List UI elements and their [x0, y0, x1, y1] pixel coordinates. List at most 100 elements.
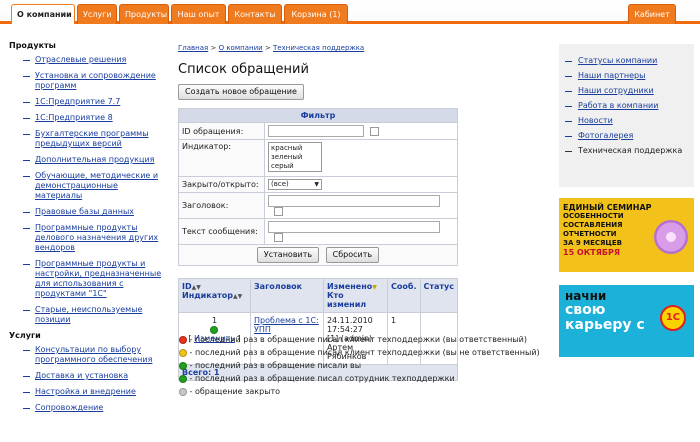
- col-status[interactable]: Статус: [419, 278, 458, 313]
- sort-icon[interactable]: ▲▼: [233, 293, 242, 300]
- breadcrumb-support[interactable]: Техническая поддержка: [273, 44, 364, 52]
- product-link[interactable]: Правовые базы данных: [35, 207, 134, 216]
- products-list: Отраслевые решения Установка и сопровожд…: [9, 55, 167, 325]
- product-link[interactable]: Программные продукты делового назначения…: [35, 223, 158, 252]
- subject-cell: [264, 192, 458, 219]
- career-banner[interactable]: начни свою карьеру с 1С: [559, 285, 694, 357]
- service-link[interactable]: Консультации по выбору программного обес…: [35, 345, 152, 364]
- service-link[interactable]: Настройка и внедрение: [35, 387, 136, 396]
- list-item: Программные продукты и настройки, предна…: [9, 259, 167, 299]
- col-id-label: ID: [182, 282, 192, 291]
- filter-form: Фильтр ID обращения: Индикатор: красный …: [178, 108, 458, 266]
- sort-icon[interactable]: ▼: [372, 284, 377, 291]
- legend-item: - обращение закрыто: [179, 387, 549, 397]
- right-nav-link[interactable]: Наши партнеры: [578, 71, 645, 80]
- closed-label: Закрыто/открыто:: [178, 176, 265, 193]
- list-item: Сопровождение: [9, 403, 167, 413]
- services-heading: Услуги: [9, 331, 41, 340]
- right-nav-link[interactable]: Работа в компании: [578, 101, 658, 110]
- right-nav-link[interactable]: Фотогалерея: [578, 131, 633, 140]
- list-item: Дополнительная продукция: [9, 155, 167, 165]
- right-nav-item: Фотогалерея: [559, 131, 694, 141]
- right-nav-item: Работа в компании: [559, 101, 694, 111]
- legend-text: - последний раз в обращение писали вы: [189, 361, 362, 370]
- list-item: Правовые базы данных: [9, 207, 167, 217]
- col-subject[interactable]: Заголовок: [249, 278, 324, 313]
- create-request-button[interactable]: Создать новое обращение: [178, 84, 304, 100]
- indicator-option[interactable]: серый: [271, 162, 319, 171]
- col-changed-label: Изменено: [326, 282, 373, 291]
- yellow-indicator-icon: [179, 348, 187, 357]
- right-nav-link[interactable]: Наши сотрудники: [578, 86, 654, 95]
- col-status-label: Статус: [423, 282, 455, 291]
- row-changed: 24.11.2010 17:54:27: [326, 316, 373, 334]
- product-link[interactable]: Дополнительная продукция: [35, 155, 154, 164]
- products-heading: Продукты: [9, 41, 56, 50]
- legend-text: - последний раз в обращение писал клиент…: [189, 348, 540, 357]
- product-link[interactable]: Обучающие, методические и демонстрационн…: [35, 171, 158, 200]
- breadcrumb-separator: >: [264, 44, 271, 52]
- right-nav-item: Новости: [559, 116, 694, 126]
- id-checkbox[interactable]: [370, 126, 379, 136]
- seminar-banner[interactable]: ЕДИНЫЙ СЕМИНАР ОСОБЕННОСТИ СОСТАВЛЕНИЯ О…: [559, 198, 694, 272]
- message-input[interactable]: [268, 221, 440, 233]
- subject-input[interactable]: [268, 195, 440, 207]
- closed-select[interactable]: (все): [268, 179, 322, 190]
- col-changed[interactable]: Изменено▼ Кто изменил: [322, 278, 389, 313]
- col-indicator-label: Индикатор: [182, 291, 233, 300]
- banner-line: ЕДИНЫЙ СЕМИНАР: [563, 203, 652, 212]
- legend-item: - последний раз в обращение писал клиент…: [179, 348, 549, 358]
- legend-item: - последний раз в обращение писали вы: [179, 361, 549, 371]
- indicator-label: Индикатор:: [178, 139, 265, 177]
- main-content: Главная > О компании > Техническая подде…: [178, 44, 462, 381]
- tab-products[interactable]: Продукты: [119, 4, 169, 24]
- tab-contacts[interactable]: Контакты: [228, 4, 282, 24]
- right-nav-link[interactable]: Статусы компании: [578, 56, 657, 65]
- indicator-cell: красный зеленый серый: [264, 139, 458, 177]
- tab-cabinet[interactable]: Кабинет: [628, 4, 676, 24]
- tab-experience[interactable]: Наш опыт: [171, 4, 226, 24]
- tab-cart[interactable]: Корзина (1): [284, 4, 348, 24]
- product-link[interactable]: 1С:Предприятие 7.7: [35, 97, 120, 106]
- indicator-option[interactable]: зеленый: [271, 153, 319, 162]
- message-checkbox[interactable]: [274, 233, 283, 242]
- id-label: ID обращения:: [178, 122, 265, 140]
- list-item: 1С:Предприятие 8: [9, 113, 167, 123]
- tab-about[interactable]: О компании: [11, 4, 75, 24]
- service-link[interactable]: Сопровождение: [35, 403, 103, 412]
- filter-buttons: Установить Сбросить: [178, 244, 458, 266]
- product-link[interactable]: Старые, неиспользуемые позиции: [35, 305, 142, 324]
- right-sidebar: Статусы компании Наши партнеры Наши сотр…: [559, 44, 694, 187]
- service-link[interactable]: Доставка и установка: [35, 371, 128, 380]
- reset-filter-button[interactable]: Сбросить: [325, 247, 380, 263]
- col-subject-label: Заголовок: [253, 282, 303, 291]
- list-item: Консультации по выбору программного обес…: [9, 345, 167, 365]
- status-indicator-icon: [210, 325, 219, 334]
- product-link[interactable]: 1С:Предприятие 8: [35, 113, 113, 122]
- breadcrumb-about[interactable]: О компании: [219, 44, 263, 52]
- id-cell: [264, 122, 458, 140]
- col-id-indicator[interactable]: ID▲▼ Индикатор▲▼: [178, 278, 251, 313]
- product-link[interactable]: Отраслевые решения: [35, 55, 126, 64]
- green-indicator-icon: [179, 361, 187, 370]
- col-count-label: Сооб.: [391, 282, 417, 291]
- sort-icon[interactable]: ▲▼: [192, 284, 201, 291]
- indicator-option[interactable]: красный: [271, 144, 319, 153]
- subject-link[interactable]: Проблема с 1С: УПП: [254, 316, 319, 334]
- product-link[interactable]: Программные продукты и настройки, предна…: [35, 259, 161, 298]
- gray-indicator-icon: [179, 387, 187, 396]
- closed-cell: (все): [264, 176, 458, 193]
- set-filter-button[interactable]: Установить: [256, 247, 320, 263]
- page-title: Список обращений: [178, 62, 309, 77]
- product-link[interactable]: Установка и сопровождение программ: [35, 71, 156, 90]
- breadcrumb-home[interactable]: Главная: [178, 44, 208, 52]
- tab-services[interactable]: Услуги: [77, 4, 117, 24]
- indicator-listbox[interactable]: красный зеленый серый: [268, 142, 322, 172]
- list-item: Программные продукты делового назначения…: [9, 223, 167, 253]
- right-nav-link[interactable]: Новости: [578, 116, 613, 125]
- col-count[interactable]: Сооб.: [387, 278, 421, 313]
- legend-text: - последний раз в обращение писал клиент…: [189, 335, 527, 344]
- subject-checkbox[interactable]: [274, 207, 283, 216]
- id-input[interactable]: [268, 125, 364, 137]
- product-link[interactable]: Бухгалтерские программы предыдущих верси…: [35, 129, 149, 148]
